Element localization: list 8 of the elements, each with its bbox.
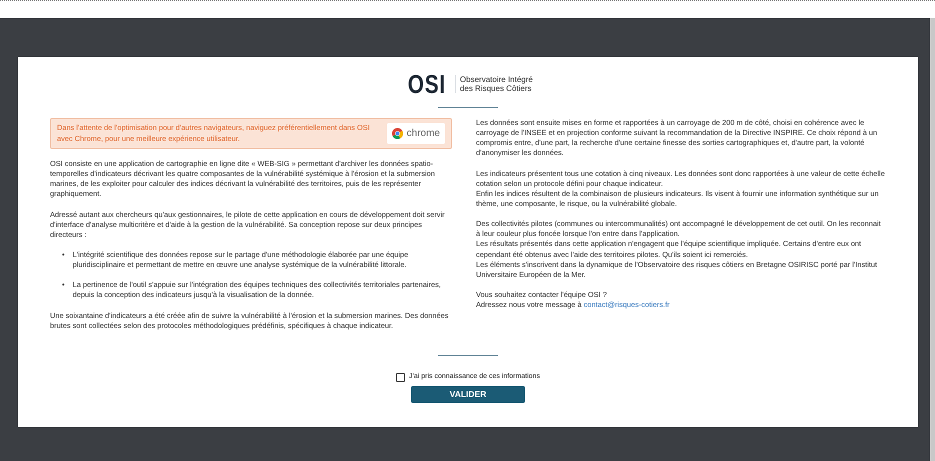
scrollbar[interactable]	[930, 18, 935, 461]
validate-button[interactable]: VALIDER	[411, 386, 525, 404]
logo-name: des Risques Côtiers	[460, 84, 533, 94]
badge-label: chrome	[406, 127, 440, 141]
checkbox[interactable]	[396, 372, 406, 382]
logo-acronym: OSI	[408, 71, 446, 97]
logo-name: Observatoire Intégré	[460, 74, 533, 84]
chrome-icon	[392, 128, 403, 139]
